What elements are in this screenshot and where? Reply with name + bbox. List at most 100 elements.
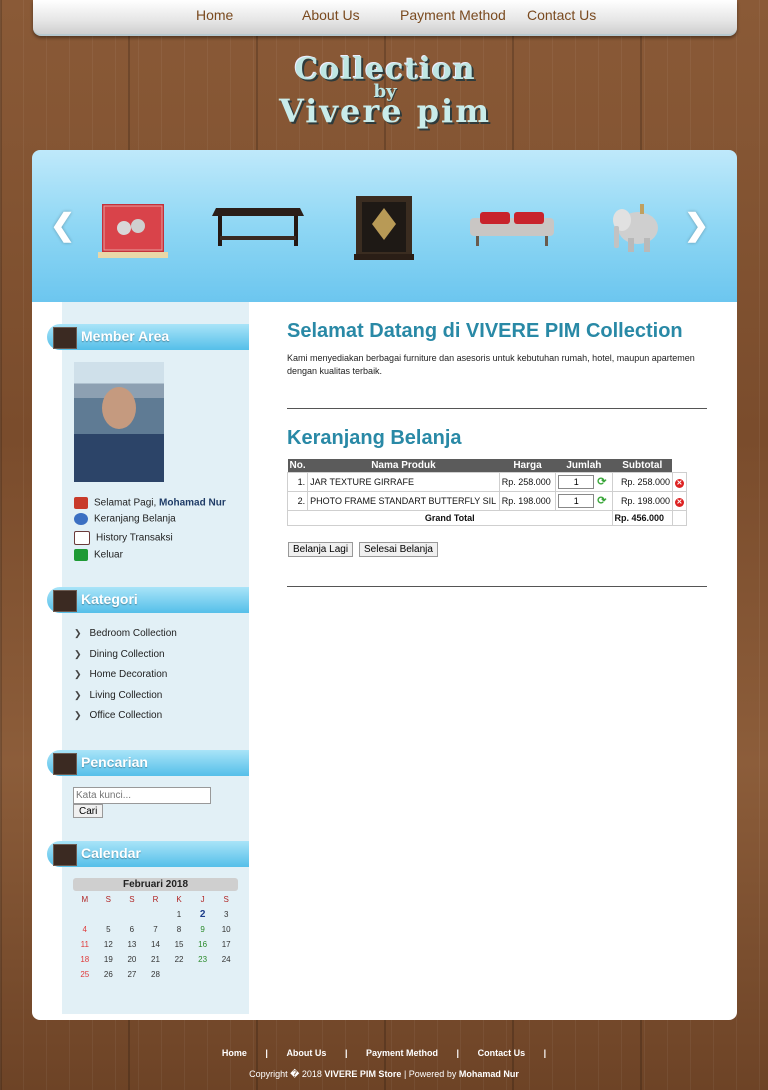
- grand-total-value: Rp. 456.000: [611, 510, 673, 526]
- footer-link-about-us[interactable]: About Us: [286, 1048, 326, 1058]
- kategori-header: Kategori: [47, 587, 249, 613]
- calendar-header: Calendar: [47, 841, 249, 867]
- calendar-cell: [73, 907, 97, 922]
- product-thumb-red-box[interactable]: [98, 202, 168, 258]
- calendar-cell: 24: [221, 955, 231, 964]
- footer-link-contact-us[interactable]: Contact Us: [478, 1048, 526, 1058]
- pencarian-header: Pencarian: [47, 750, 249, 776]
- chevron-right-icon: ❯: [74, 628, 82, 638]
- calendar-cell: 7: [153, 925, 158, 934]
- vivere-logo-icon: [53, 753, 77, 775]
- category-item[interactable]: ❯ Home Decoration: [74, 669, 167, 680]
- cart-cell-no: 1.: [286, 472, 309, 492]
- calendar-cell: 10: [221, 925, 231, 934]
- cart-header-subtotal: Subtotal: [612, 459, 673, 473]
- divider: [287, 586, 707, 587]
- member-item-cart-label: Keranjang Belanja: [94, 513, 176, 525]
- refresh-icon[interactable]: ⟳: [597, 494, 606, 507]
- copyright-author: Mohamad Nur: [458, 1069, 519, 1079]
- grand-total-row: Grand Total Rp. 456.000: [287, 510, 688, 526]
- search-input[interactable]: [73, 787, 211, 804]
- calendar-cell: 9: [200, 925, 205, 934]
- footer-separator: |: [456, 1048, 460, 1058]
- quantity-input[interactable]: [558, 494, 595, 508]
- calendar-cell: 6: [129, 925, 135, 934]
- cart-header-name: Nama Produk: [307, 459, 500, 473]
- avatar-face: [102, 387, 136, 429]
- member-item-logout[interactable]: Keluar: [74, 549, 123, 561]
- kategori-title: Kategori: [81, 591, 138, 607]
- category-item[interactable]: ❯ Bedroom Collection: [74, 628, 177, 639]
- cart-cell-name: PHOTO FRAME STANDART BUTTERFLY SIL: [307, 491, 500, 511]
- member-item-history[interactable]: History Transaksi: [74, 531, 173, 545]
- category-item[interactable]: ❯ Living Collection: [74, 690, 162, 701]
- cart-header-no: No.: [287, 459, 308, 473]
- cart-cell-price: Rp. 198.000: [498, 491, 557, 511]
- member-item-cart[interactable]: Keranjang Belanja: [74, 513, 176, 525]
- divider: [287, 408, 707, 409]
- page-title: Selamat Datang di VIVERE PIM Collection: [287, 320, 683, 342]
- product-thumb-elephant[interactable]: [610, 200, 662, 256]
- footer-link-payment-method[interactable]: Payment Method: [366, 1048, 438, 1058]
- copyright-powered: | Powered by: [401, 1069, 459, 1079]
- logo-line-3: Vivere pim: [278, 92, 492, 130]
- calendar-cell: [191, 967, 215, 982]
- copyright-store: VIVERE PIM Store: [324, 1069, 402, 1079]
- product-thumb-sofa[interactable]: [466, 208, 558, 248]
- greeting-icon: [74, 497, 88, 509]
- calendar-day-header: R: [152, 895, 159, 904]
- category-item[interactable]: ❯ Dining Collection: [74, 649, 165, 660]
- cart-cell-qty: ⟳: [555, 472, 613, 492]
- table-row: 1. JAR TEXTURE GIRRAFE Rp. 258.000 ⟳ Rp.…: [286, 472, 688, 492]
- product-thumb-coffee-table[interactable]: [210, 202, 306, 252]
- grand-total-label: Grand Total: [287, 510, 613, 526]
- calendar-cell: 22: [174, 955, 184, 964]
- category-item[interactable]: ❯ Office Collection: [74, 710, 162, 721]
- nav-about-us[interactable]: About Us: [302, 7, 360, 23]
- footer-link-home[interactable]: Home: [222, 1048, 247, 1058]
- calendar-cell: 28: [151, 970, 160, 979]
- table-row: 2. PHOTO FRAME STANDART BUTTERFLY SIL Rp…: [286, 491, 688, 511]
- grand-total-spacer: [671, 510, 688, 526]
- quantity-input[interactable]: [558, 475, 595, 489]
- member-area-header: Member Area: [47, 324, 249, 350]
- slider-next-arrow-icon[interactable]: ❯: [684, 208, 709, 243]
- cart-cell-name: JAR TEXTURE GIRRAFE: [307, 472, 500, 492]
- site-logo[interactable]: Collection by Vivere pim: [220, 50, 550, 140]
- calendar-cell: 25: [80, 970, 90, 979]
- cart-header-qty: Jumlah: [555, 459, 612, 473]
- calendar-cell: 26: [103, 970, 113, 979]
- cart-cell-delete: ✕: [671, 491, 688, 511]
- calendar-cell: 15: [174, 940, 184, 949]
- calendar-cell: 17: [221, 940, 231, 949]
- nav-home[interactable]: Home: [196, 7, 233, 23]
- vivere-logo-icon: [53, 327, 77, 349]
- calendar-day-header: S: [223, 895, 229, 904]
- calendar-cell: [214, 967, 238, 982]
- greeting: Selamat Pagi, Mohamad Nur: [74, 497, 226, 509]
- user-name: Mohamad Nur: [159, 497, 226, 509]
- exit-icon: [74, 549, 88, 561]
- calendar-cell: 16: [198, 940, 208, 949]
- delete-icon[interactable]: ✕: [674, 497, 684, 507]
- calendar-cell: 11: [80, 940, 89, 949]
- calendar-cell: 18: [80, 955, 90, 964]
- slider-prev-arrow-icon[interactable]: ❮: [50, 208, 75, 243]
- calendar-cell: [97, 907, 121, 922]
- cart-cell-no: 2.: [286, 491, 309, 511]
- nav-payment-method[interactable]: Payment Method: [400, 7, 506, 23]
- delete-icon[interactable]: ✕: [674, 478, 684, 488]
- continue-shopping-button[interactable]: Belanja Lagi: [288, 542, 354, 557]
- calendar-cell-today: 2: [199, 909, 206, 920]
- refresh-icon[interactable]: ⟳: [597, 475, 606, 488]
- nav-contact-us[interactable]: Contact Us: [527, 7, 596, 23]
- cart-icon: [74, 513, 88, 525]
- search-button[interactable]: Cari: [73, 804, 104, 818]
- cart-cell-qty: ⟳: [555, 491, 613, 511]
- cart-cell-price: Rp. 258.000: [498, 472, 557, 492]
- product-thumb-photo-frame[interactable]: [354, 194, 414, 260]
- finish-shopping-button[interactable]: Selesai Belanja: [359, 542, 438, 557]
- cart-cell-subtotal: Rp. 198.000: [611, 491, 673, 511]
- calendar-cell: 20: [127, 955, 137, 964]
- greeting-prefix: Selamat Pagi,: [94, 497, 160, 509]
